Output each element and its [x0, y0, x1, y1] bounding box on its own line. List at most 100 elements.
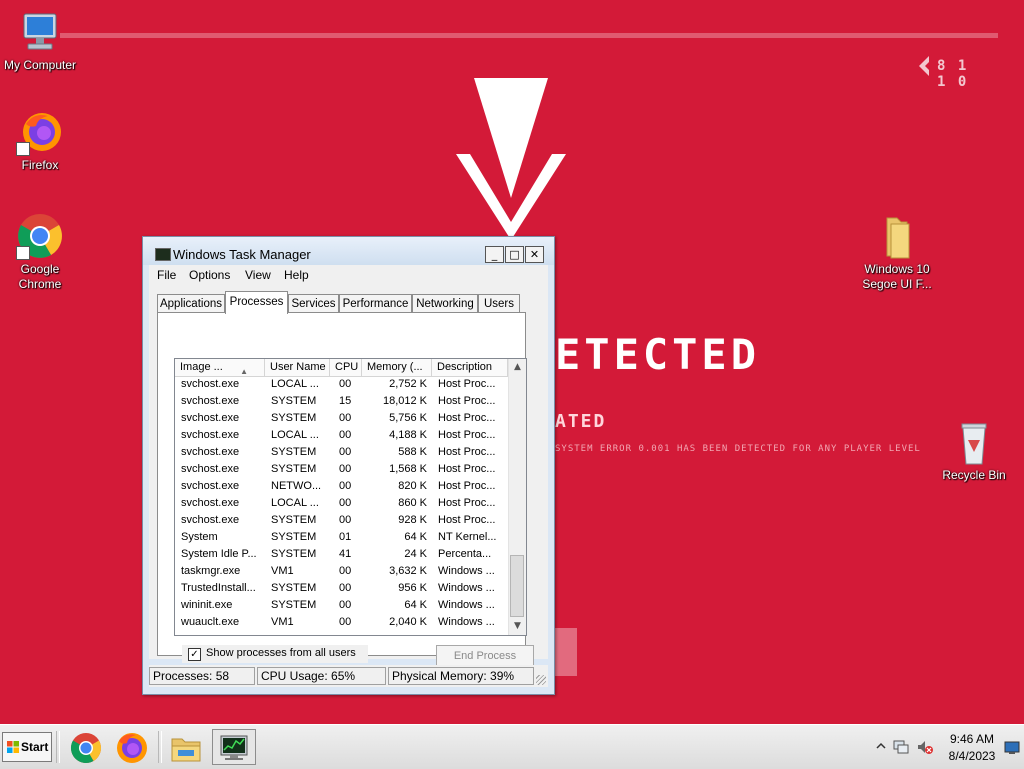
desktop-icon-label: Google Chrome	[18, 262, 62, 291]
scroll-up-arrow-icon[interactable]: ▲	[509, 359, 526, 376]
column-description[interactable]: Description	[432, 359, 508, 376]
cell-user: SYSTEM	[271, 446, 317, 458]
start-button[interactable]: Start	[2, 732, 52, 762]
shortcut-arrow-icon	[16, 246, 30, 260]
column-image-name[interactable]: Image ... ▲	[175, 359, 265, 376]
menu-view[interactable]: View	[245, 268, 271, 282]
table-row[interactable]: svchost.exe SYSTEM 00 588 K Host Proc...	[175, 444, 508, 461]
show-hidden-icons-icon[interactable]	[876, 741, 886, 751]
title-bar[interactable]: Windows Task Manager _ □ ✕	[143, 237, 554, 265]
clock-date[interactable]: 8/4/2023	[944, 749, 1000, 763]
cell-cpu: 00	[339, 378, 352, 390]
vertical-scrollbar[interactable]: ▲ ▼	[508, 359, 526, 635]
cell-description: Host Proc...	[438, 514, 496, 526]
maximize-button[interactable]: □	[505, 246, 524, 263]
start-label: Start	[21, 740, 49, 754]
tab-services[interactable]: Services	[288, 294, 339, 313]
tab-performance[interactable]: Performance	[339, 294, 412, 313]
taskmgr-icon	[220, 735, 248, 760]
scroll-down-arrow-icon[interactable]: ▼	[509, 618, 526, 635]
table-row[interactable]: wininit.exe SYSTEM 00 64 K Windows ...	[175, 597, 508, 614]
menu-help[interactable]: Help	[284, 268, 309, 282]
cell-image: wininit.exe	[181, 599, 233, 611]
cell-user: VM1	[271, 565, 294, 577]
table-row[interactable]: svchost.exe LOCAL ... 00 2,752 K Host Proc..…	[175, 376, 508, 393]
scrollbar-thumb[interactable]	[510, 555, 524, 617]
table-row[interactable]: wuauclt.exe VM1 00 2,040 K Windows ...	[175, 614, 508, 631]
taskbar-separator	[158, 731, 162, 763]
table-row[interactable]: svchost.exe LOCAL ... 00 4,188 K Host Proc..…	[175, 427, 508, 444]
column-memory[interactable]: Memory (...	[362, 359, 432, 376]
table-row[interactable]: svchost.exe SYSTEM 15 18,012 K Host Proc...	[175, 393, 508, 410]
cell-memory: 956 K	[398, 582, 427, 594]
desktop-icon-recycle-bin[interactable]: Recycle Bin	[934, 418, 1014, 483]
cell-memory: 2,752 K	[389, 378, 427, 390]
show-desktop-icon[interactable]	[1004, 741, 1020, 755]
table-row[interactable]: taskmgr.exe VM1 00 3,632 K Windows ...	[175, 563, 508, 580]
table-row[interactable]: System SYSTEM 01 64 K NT Kernel...	[175, 529, 508, 546]
cell-image: TrustedInstall...	[181, 582, 256, 594]
cell-user: SYSTEM	[271, 412, 317, 424]
table-row[interactable]: System Idle P... SYSTEM 41 24 K Percenta...	[175, 546, 508, 563]
show-all-users-checkbox[interactable]: ✓ Show processes from all users	[182, 645, 368, 663]
taskbar-chrome-button[interactable]	[64, 729, 108, 765]
chrome-icon	[16, 212, 64, 260]
cell-image: System	[181, 531, 218, 543]
cell-description: Windows ...	[438, 616, 495, 628]
taskbar-explorer-button[interactable]	[164, 729, 208, 765]
desktop-icon-firefox[interactable]: Firefox	[0, 108, 80, 173]
network-icon[interactable]	[892, 739, 910, 755]
desktop-icon-google-chrome[interactable]: Google Chrome	[0, 212, 80, 292]
table-row[interactable]: svchost.exe LOCAL ... 00 860 K Host Proc...	[175, 495, 508, 512]
volume-muted-icon[interactable]	[916, 739, 934, 755]
table-row[interactable]: svchost.exe SYSTEM 00 928 K Host Proc...	[175, 512, 508, 529]
cell-image: wuauclt.exe	[181, 616, 240, 628]
tab-applications[interactable]: Applications	[157, 294, 225, 313]
taskbar-firefox-button[interactable]	[110, 729, 154, 765]
cell-cpu: 00	[339, 582, 352, 594]
table-row[interactable]: svchost.exe SYSTEM 00 1,568 K Host Proc...	[175, 461, 508, 478]
resize-grip[interactable]	[536, 675, 546, 685]
menu-options[interactable]: Options	[189, 268, 230, 282]
folder-icon	[873, 212, 921, 260]
cell-image: svchost.exe	[181, 463, 240, 475]
cell-image: svchost.exe	[181, 395, 240, 407]
cell-user: SYSTEM	[271, 599, 317, 611]
menu-file[interactable]: File	[157, 268, 176, 282]
cell-description: Windows ...	[438, 565, 495, 577]
taskbar-task-manager-button[interactable]	[212, 729, 256, 765]
cell-memory: 64 K	[404, 599, 427, 611]
cell-image: svchost.exe	[181, 412, 240, 424]
clock-time[interactable]: 9:46 AM	[948, 732, 996, 746]
cell-cpu: 00	[339, 565, 352, 577]
table-row[interactable]: svchost.exe NETWO... 00 820 K Host Proc...	[175, 478, 508, 495]
cell-cpu: 00	[339, 446, 352, 458]
checkbox-check-icon[interactable]: ✓	[188, 648, 201, 661]
task-manager-icon	[155, 248, 171, 261]
desktop-icon-windows10-font-folder[interactable]: Windows 10 Segoe UI F...	[857, 212, 937, 292]
cell-description: Host Proc...	[438, 497, 496, 509]
process-list[interactable]: Image ... ▲ User Name CPU Memory (... De…	[174, 358, 527, 636]
cell-image: svchost.exe	[181, 429, 240, 441]
close-button[interactable]: ✕	[525, 246, 544, 263]
tab-processes[interactable]: Processes	[225, 291, 288, 314]
column-cpu[interactable]: CPU	[330, 359, 362, 376]
wallpaper-arrow-graphic	[456, 78, 566, 240]
cell-description: Host Proc...	[438, 463, 496, 475]
desktop-icon-label: Windows 10 Segoe UI F...	[862, 262, 932, 291]
tab-users[interactable]: Users	[478, 294, 520, 313]
table-row[interactable]: TrustedInstall... SYSTEM 00 956 K Windows ..…	[175, 580, 508, 597]
wallpaper-headline: ETECTED	[555, 330, 761, 379]
tab-networking[interactable]: Networking	[412, 294, 478, 313]
table-row[interactable]: svchost.exe SYSTEM 00 5,756 K Host Proc...	[175, 410, 508, 427]
cell-memory: 2,040 K	[389, 616, 427, 628]
task-manager-window[interactable]: Windows Task Manager _ □ ✕ File Options …	[142, 236, 555, 695]
cell-description: Windows ...	[438, 582, 495, 594]
cell-description: Host Proc...	[438, 429, 496, 441]
cell-description: Percenta...	[438, 548, 492, 560]
desktop-icon-my-computer[interactable]: My Computer	[0, 8, 80, 73]
wallpaper-logo-text: 8 1 1 0	[937, 58, 969, 90]
minimize-button[interactable]: _	[485, 246, 504, 263]
cell-cpu: 00	[339, 412, 352, 424]
column-user-name[interactable]: User Name	[265, 359, 330, 376]
